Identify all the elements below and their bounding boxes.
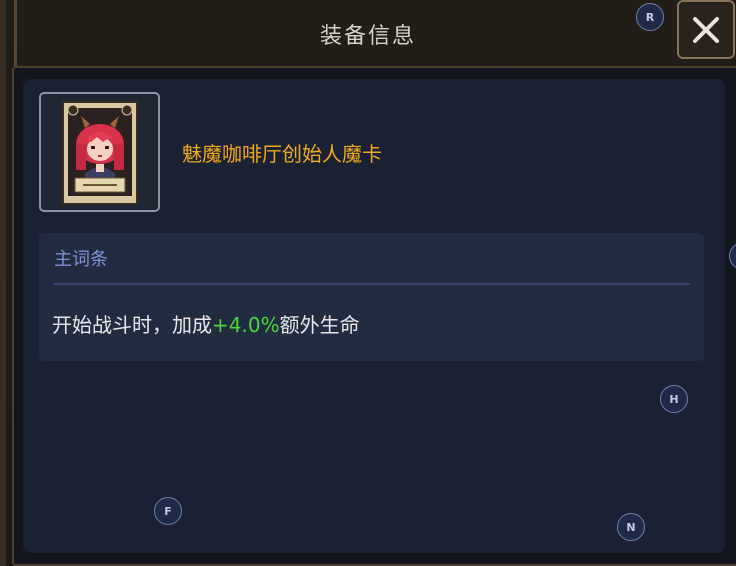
item-icon-slot[interactable] bbox=[39, 92, 160, 212]
dialog-title: 装备信息 bbox=[319, 24, 416, 49]
affix-value: +4.0% bbox=[212, 313, 280, 337]
item-name: 魅魔咖啡厅创始人魔卡 bbox=[182, 142, 382, 166]
affix-header: 主词条 bbox=[54, 249, 108, 270]
close-button[interactable] bbox=[677, 0, 735, 59]
succubus-card-icon bbox=[62, 101, 138, 205]
main-affix-box: 主词条 开始战斗时，加成+4.0%额外生命 bbox=[39, 233, 704, 361]
affix-description: 开始战斗时，加成+4.0%额外生命 bbox=[52, 309, 360, 338]
key-hint-n[interactable]: N bbox=[617, 513, 645, 541]
key-hint-h[interactable]: H bbox=[660, 385, 688, 413]
key-hint-r[interactable]: R bbox=[636, 3, 664, 31]
affix-divider bbox=[53, 283, 690, 285]
affix-text-prefix: 开始战斗时，加成 bbox=[52, 313, 212, 337]
close-x-icon bbox=[693, 16, 719, 43]
affix-text-suffix: 额外生命 bbox=[279, 313, 360, 337]
key-hint-f[interactable]: F bbox=[154, 497, 182, 525]
